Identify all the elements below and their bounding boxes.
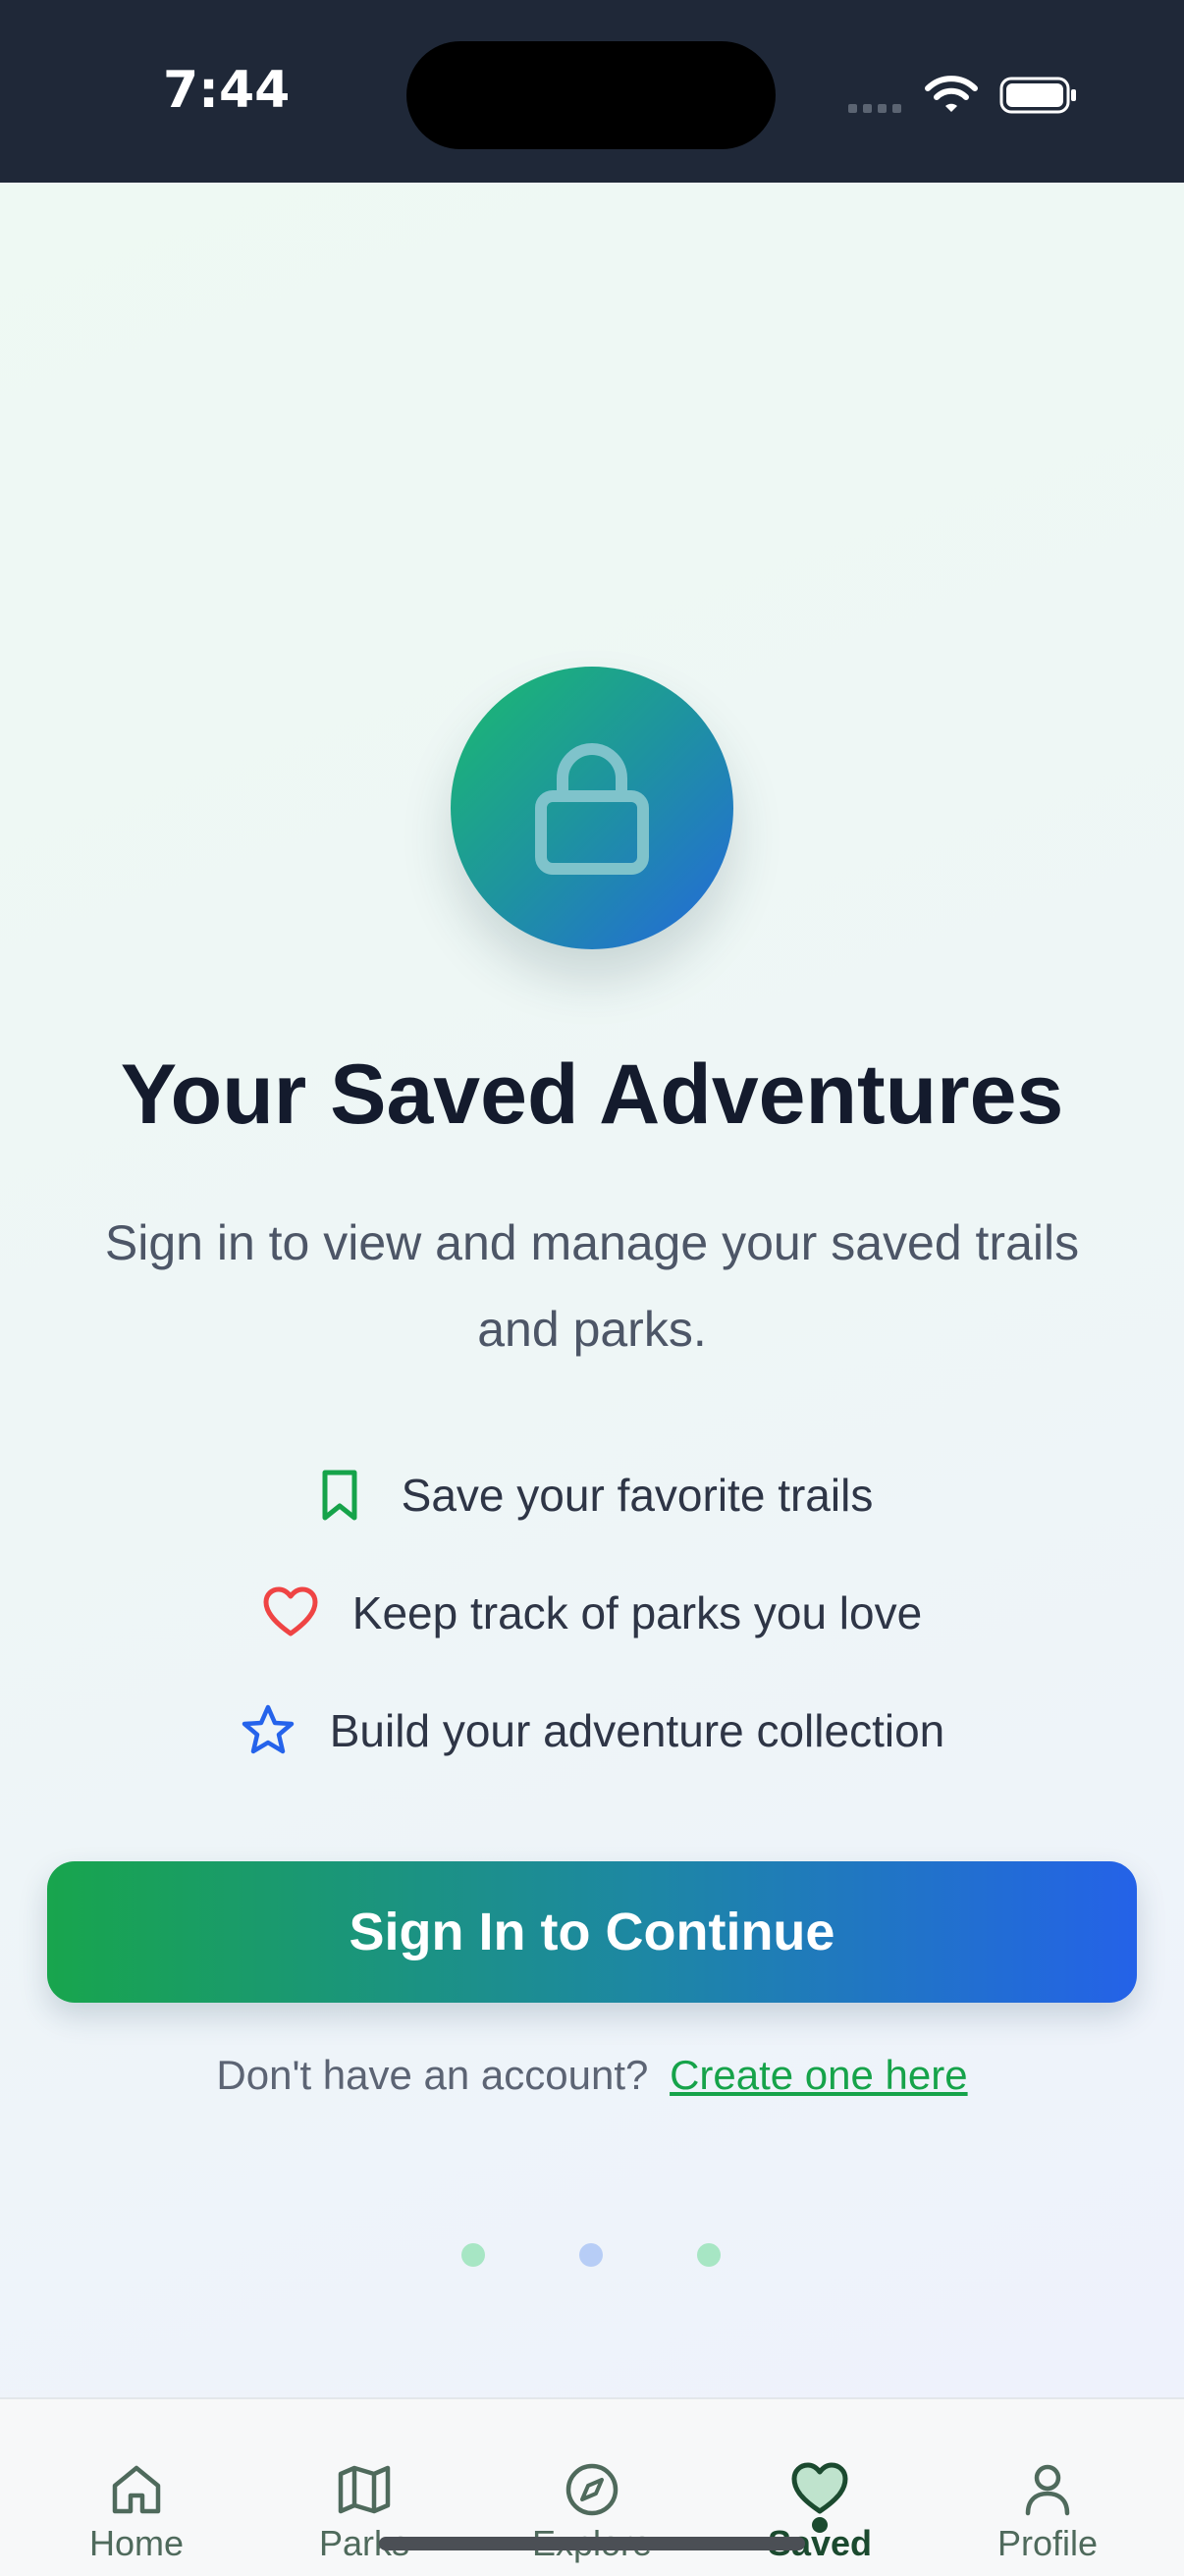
create-account-link[interactable]: Create one here (670, 2052, 968, 2098)
heart-icon (791, 2462, 848, 2514)
tab-label: Profile (996, 2523, 1099, 2563)
heart-icon (263, 1586, 318, 1637)
lock-badge (451, 667, 733, 949)
cellular-signal-icon (848, 104, 901, 113)
feature-text: Keep track of parks you love (351, 1587, 923, 1638)
feature-text: Build your adventure collection (329, 1705, 945, 1756)
status-time: 7:44 (163, 61, 291, 120)
wifi-icon (925, 76, 978, 112)
page-subtitle: Sign in to view and manage your saved tr… (104, 1215, 1080, 1357)
tab-label: Home (88, 2523, 185, 2563)
home-indicator (379, 2537, 805, 2550)
status-bar: 7:44 (0, 0, 1184, 183)
map-icon (338, 2465, 391, 2514)
feature-item-track-parks: Keep track of parks you love (0, 1584, 1184, 1641)
home-icon (112, 2465, 161, 2514)
star-icon (242, 1704, 294, 1754)
page-indicator-dot (579, 2243, 603, 2267)
tab-profile[interactable]: Profile (934, 2399, 1161, 2576)
dynamic-island (406, 41, 776, 149)
signup-prompt: Don't have an account? (216, 2052, 649, 2098)
user-icon (1025, 2464, 1070, 2516)
feature-item-save-trails: Save your favorite trails (0, 1467, 1184, 1524)
page-title: Your Saved Adventures (120, 1047, 1064, 1142)
tab-home[interactable]: Home (23, 2399, 250, 2576)
feature-text: Save your favorite trails (401, 1470, 874, 1521)
signup-row: Don't have an account? Create one here (0, 2052, 1184, 2099)
battery-icon (999, 77, 1076, 114)
lock-icon (535, 743, 649, 875)
bookmark-icon (322, 1470, 357, 1521)
compass-icon (565, 2463, 619, 2516)
page-indicator-dot (461, 2243, 485, 2267)
page-indicator-dot (697, 2243, 721, 2267)
sign-in-button[interactable]: Sign In to Continue (47, 1861, 1137, 2003)
feature-item-collection: Build your adventure collection (0, 1702, 1184, 1759)
